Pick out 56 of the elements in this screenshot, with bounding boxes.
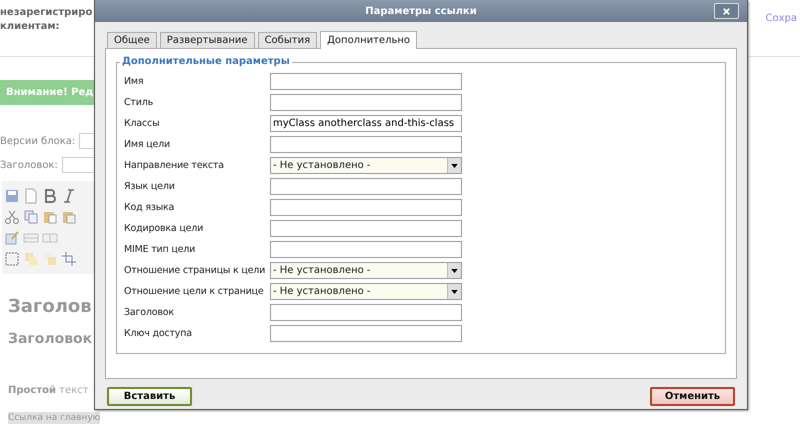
edit-icon[interactable]: [4, 230, 20, 246]
paragraph-text: Простой текст: [8, 385, 89, 396]
frame-icon[interactable]: [4, 251, 20, 267]
field-label: MIME тип цели: [124, 244, 196, 255]
input-field[interactable]: [270, 73, 462, 90]
header-text: клиентам:: [0, 20, 61, 34]
dialog-title: Параметры ссылки: [365, 6, 477, 16]
tab[interactable]: События: [258, 32, 318, 48]
input-field[interactable]: [270, 220, 462, 237]
select-field[interactable]: - Не установлено -: [270, 283, 462, 300]
save-icon[interactable]: [4, 188, 20, 204]
caret-icon: [451, 290, 458, 294]
input-field[interactable]: [270, 94, 462, 111]
field-label: Отношение цели к странице: [124, 286, 264, 297]
field-label: Ключ доступа: [124, 328, 193, 339]
field-label: Отношение страницы к цели: [124, 265, 266, 276]
field-label: Классы: [124, 118, 160, 129]
close-button[interactable]: [714, 3, 739, 19]
cancel-button[interactable]: Отменить: [650, 387, 735, 406]
input-field[interactable]: [270, 325, 462, 342]
select-field[interactable]: - Не установлено -: [270, 157, 462, 174]
field-label: Стиль: [124, 97, 154, 108]
tab[interactable]: Развертывание: [160, 32, 255, 48]
field-label: Кодировка цели: [124, 223, 204, 234]
close-icon: [722, 6, 731, 16]
field-label: Направление текста: [124, 160, 225, 171]
select-field[interactable]: - Не установлено -: [270, 262, 462, 279]
copy-icon[interactable]: [23, 209, 39, 225]
input-field[interactable]: [270, 241, 462, 258]
input-field[interactable]: [270, 199, 462, 216]
insert-button[interactable]: Вставить: [107, 387, 192, 406]
field-label: Имя цели: [124, 139, 171, 150]
field-label: Код языка: [124, 202, 176, 213]
input-field[interactable]: [270, 178, 462, 195]
tab[interactable]: Дополнительно: [320, 31, 418, 49]
input-field[interactable]: [270, 136, 462, 153]
heading-text: Заголовок: [8, 331, 92, 347]
paste-icon[interactable]: [61, 209, 77, 225]
tab[interactable]: Общее: [107, 32, 157, 48]
input-field[interactable]: [270, 304, 462, 321]
crop-icon[interactable]: [61, 251, 77, 267]
document-icon[interactable]: [23, 188, 39, 204]
header-text: незарегистриро: [0, 6, 92, 20]
italic-icon[interactable]: [61, 188, 77, 204]
paste-icon[interactable]: [42, 209, 58, 225]
field-label: Версии блока:: [0, 136, 76, 146]
caret-icon: [451, 268, 458, 272]
heading-text: Заголов: [8, 296, 92, 317]
input-field[interactable]: myClass anotherclass and-this-class: [270, 115, 462, 132]
field-label: Заголовок: [124, 307, 175, 318]
field-label: Заголовок:: [0, 160, 58, 170]
field-label: Язык цели: [124, 181, 176, 192]
bold-icon[interactable]: [42, 188, 58, 204]
fieldset-legend: Дополнительные параметры: [120, 56, 292, 67]
scissors-icon[interactable]: [4, 209, 20, 225]
caret-icon: [451, 164, 458, 168]
